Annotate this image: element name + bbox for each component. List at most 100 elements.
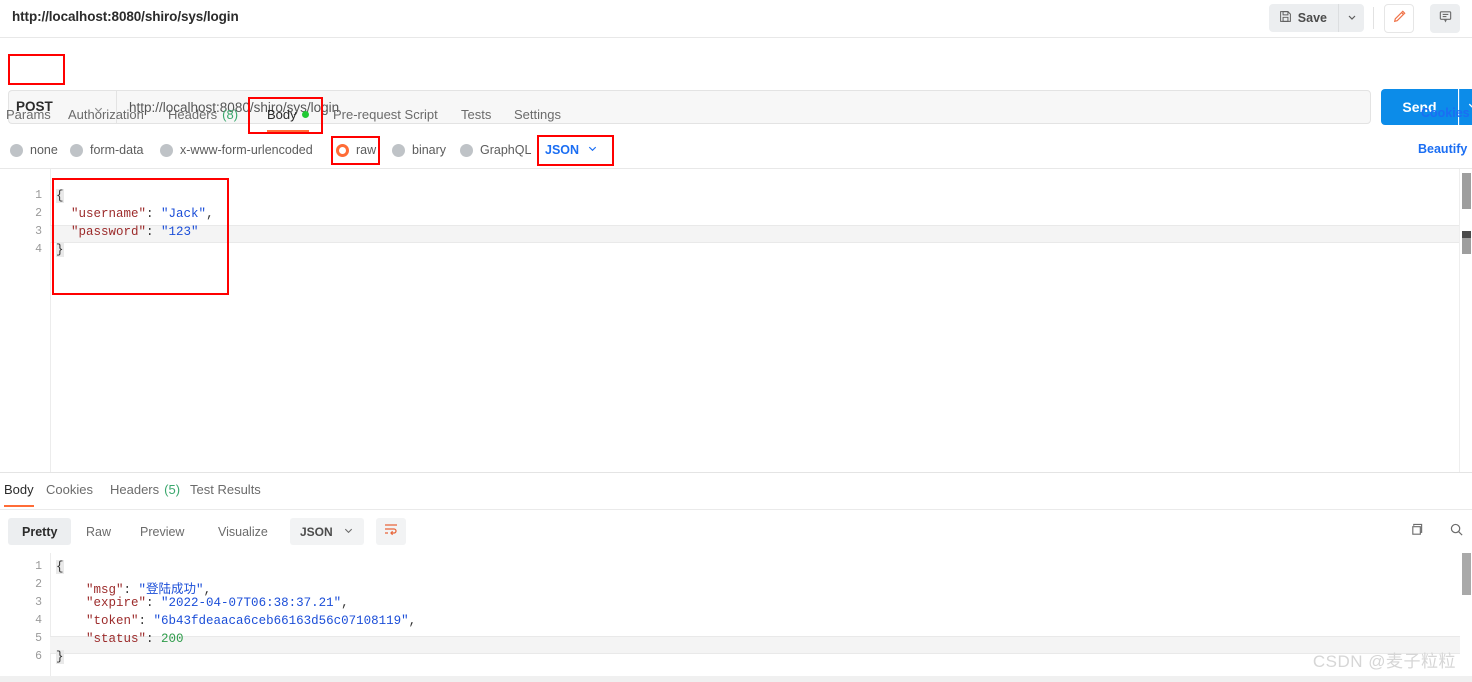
response-view-raw[interactable]: Raw <box>72 518 125 545</box>
line-number: 4 <box>35 614 42 627</box>
tab-headers[interactable]: Headers (8) <box>168 98 238 130</box>
editor-active-line-highlight <box>50 225 1472 243</box>
tab-label: Headers <box>110 481 160 497</box>
code-line: "expire": "2022-04-07T06:38:37.21", <box>86 596 349 610</box>
body-format-label: JSON <box>545 143 580 157</box>
request-body-editor[interactable]: 1 2 3 4 { "username": "Jack", "password"… <box>0 169 1472 472</box>
save-button-group: Save <box>1268 4 1364 32</box>
response-view-preview[interactable]: Preview <box>126 518 198 545</box>
scrollbar-thumb-lower[interactable] <box>1462 238 1471 254</box>
tab-label: Settings <box>514 106 561 122</box>
body-type-label: binary <box>412 143 447 157</box>
radio-selected-icon <box>336 143 349 157</box>
search-response-button[interactable] <box>1444 520 1468 544</box>
response-tab-headers[interactable]: Headers (5) <box>110 473 180 505</box>
copy-icon <box>1410 522 1425 542</box>
tab-authorization[interactable]: Authorization <box>68 98 144 130</box>
line-number: 1 <box>35 189 42 202</box>
headers-count: (8) <box>222 106 239 122</box>
body-type-binary[interactable]: binary <box>392 134 446 166</box>
line-number: 2 <box>35 578 42 591</box>
response-active-line-highlight <box>50 636 1460 654</box>
response-view-pretty[interactable]: Pretty <box>8 518 72 545</box>
response-tabs: Body Cookies Headers (5) Test Results St… <box>0 473 1472 507</box>
code-line: "username": "Jack", <box>71 207 214 221</box>
code-line: } <box>56 650 64 664</box>
response-toolbar: Pretty Raw Preview Visualize JSON <box>0 512 1472 552</box>
tab-pre-request-script[interactable]: Pre-request Script <box>333 98 438 130</box>
code-line: } <box>56 243 64 257</box>
scrollbar-thumb-marker[interactable] <box>1462 231 1471 238</box>
response-format-label: JSON <box>300 524 333 539</box>
response-tab-test-results[interactable]: Test Results <box>190 473 261 505</box>
comment-icon <box>1438 9 1453 29</box>
line-number: 6 <box>35 650 42 663</box>
tab-body[interactable]: Body <box>267 98 309 132</box>
tab-label: Pre-request Script <box>333 106 438 122</box>
comment-button[interactable] <box>1430 4 1460 33</box>
beautify-link[interactable]: Beautify <box>1418 142 1467 156</box>
response-tabs-divider <box>0 509 1472 510</box>
response-format-select[interactable]: JSON <box>290 518 364 545</box>
tab-label: Tests <box>461 106 492 122</box>
line-number: 2 <box>35 207 42 220</box>
page-title: http://localhost:8080/shiro/sys/login <box>12 9 239 24</box>
request-tabs: Params Authorization Headers (8) Body Pr… <box>0 98 1472 132</box>
tab-label: Headers <box>168 106 218 122</box>
body-type-label: raw <box>356 143 377 157</box>
radio-icon <box>460 143 473 157</box>
body-type-none[interactable]: none <box>10 134 58 166</box>
save-button-label: Save <box>1297 11 1327 25</box>
response-tab-body[interactable]: Body <box>4 473 34 507</box>
radio-icon <box>392 143 405 157</box>
code-line: "token": "6b43fdeaaca6ceb66163d56c071081… <box>86 614 417 628</box>
radio-icon <box>160 143 173 157</box>
text-wrap-icon <box>383 522 399 541</box>
wrap-lines-button[interactable] <box>376 518 406 545</box>
response-body-viewer[interactable]: 1 2 3 4 5 6 { "msg": "登陆成功", "expire": "… <box>0 553 1472 682</box>
body-type-raw[interactable]: raw <box>336 134 376 166</box>
scrollbar-thumb[interactable] <box>1462 553 1471 595</box>
pencil-icon <box>1392 9 1407 29</box>
edit-pencil-button[interactable] <box>1384 4 1414 33</box>
request-editor-scrollbar[interactable] <box>1459 169 1472 472</box>
body-format-select[interactable]: JSON <box>545 134 598 166</box>
tab-tests[interactable]: Tests <box>461 98 491 130</box>
radio-icon <box>10 143 23 157</box>
copy-response-button[interactable] <box>1405 520 1429 544</box>
response-gutter-divider <box>50 553 51 682</box>
response-view-visualize[interactable]: Visualize <box>204 518 282 545</box>
chevron-down-icon <box>343 525 354 539</box>
search-icon <box>1449 522 1464 542</box>
save-button[interactable]: Save <box>1269 4 1338 32</box>
cookies-link[interactable]: Cookies <box>1421 106 1470 120</box>
body-type-label: none <box>30 143 58 157</box>
toolbar-divider <box>1373 7 1374 29</box>
body-type-graphql[interactable]: GraphQL <box>460 134 531 166</box>
chevron-down-icon <box>1347 9 1357 27</box>
body-type-label: GraphQL <box>480 143 532 157</box>
line-number: 3 <box>35 225 42 238</box>
title-bar: http://localhost:8080/shiro/sys/login Sa… <box>0 0 1472 38</box>
response-scrollbar[interactable] <box>1460 553 1472 682</box>
save-dropdown-button[interactable] <box>1338 4 1364 32</box>
code-line: "password": "123" <box>71 225 199 239</box>
code-line: { <box>56 189 64 203</box>
body-type-x-www-form-urlencoded[interactable]: x-www-form-urlencoded <box>160 134 313 166</box>
headers-count: (5) <box>164 481 181 497</box>
body-type-label: form-data <box>90 143 144 157</box>
radio-icon <box>70 143 83 157</box>
tab-settings[interactable]: Settings <box>514 98 561 130</box>
tab-label: Authorization <box>68 106 144 122</box>
body-type-row: none form-data x-www-form-urlencoded raw… <box>0 134 1472 166</box>
tab-label: Cookies <box>46 481 93 497</box>
body-type-form-data[interactable]: form-data <box>70 134 144 166</box>
response-tab-cookies[interactable]: Cookies <box>46 473 93 505</box>
response-horizontal-scrollbar[interactable] <box>0 676 1472 682</box>
floppy-disk-icon <box>1279 10 1292 26</box>
tab-label: Body <box>267 106 297 122</box>
line-number: 5 <box>35 632 42 645</box>
scrollbar-thumb-top[interactable] <box>1462 173 1471 209</box>
postman-window: http://localhost:8080/shiro/sys/login Sa… <box>0 0 1472 682</box>
body-type-label: x-www-form-urlencoded <box>180 143 313 157</box>
